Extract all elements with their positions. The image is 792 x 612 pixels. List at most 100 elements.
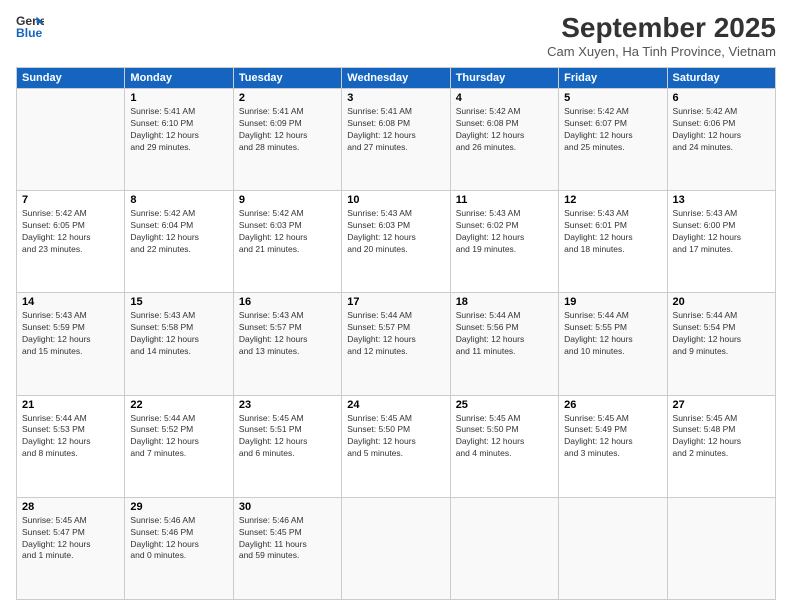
- table-row: [667, 497, 775, 599]
- day-number: 17: [347, 296, 444, 308]
- title-section: September 2025 Cam Xuyen, Ha Tinh Provin…: [547, 12, 776, 59]
- day-info: Sunrise: 5:42 AM Sunset: 6:08 PM Dayligh…: [456, 106, 553, 154]
- col-monday: Monday: [125, 68, 233, 89]
- day-number: 6: [673, 92, 770, 104]
- day-number: 28: [22, 501, 119, 513]
- day-info: Sunrise: 5:42 AM Sunset: 6:06 PM Dayligh…: [673, 106, 770, 154]
- table-row: 13Sunrise: 5:43 AM Sunset: 6:00 PM Dayli…: [667, 191, 775, 293]
- table-row: 25 Sunrise: 5:45 AM Sunset: 5:50 PM Dayli…: [450, 395, 558, 497]
- day-info: Sunrise: 5:43 AM Sunset: 5:58 PM Dayligh…: [130, 310, 227, 358]
- day-info: Sunrise: 5:43 AM Sunset: 5:59 PM Dayligh…: [22, 310, 119, 358]
- table-row: 19 Sunrise: 5:44 AM Sunset: 5:55 PM Dayli…: [559, 293, 667, 395]
- table-row: [342, 497, 450, 599]
- col-saturday: Saturday: [667, 68, 775, 89]
- table-row: 1 Sunrise: 5:41 AM Sunset: 6:10 PM Daylig…: [125, 89, 233, 191]
- day-number: 1: [130, 92, 227, 104]
- day-info: Sunrise: 5:44 AM Sunset: 5:55 PM Dayligh…: [564, 310, 661, 358]
- day-number: 4: [456, 92, 553, 104]
- table-row: 3 Sunrise: 5:41 AM Sunset: 6:08 PM Daylig…: [342, 89, 450, 191]
- col-thursday: Thursday: [450, 68, 558, 89]
- day-number: 29: [130, 501, 227, 513]
- calendar-week-row: 14Sunrise: 5:43 AM Sunset: 5:59 PM Dayli…: [17, 293, 776, 395]
- day-info: Sunrise: 5:44 AM Sunset: 5:53 PM Dayligh…: [22, 413, 119, 461]
- day-number: 2: [239, 92, 336, 104]
- day-number: 7: [22, 194, 119, 206]
- table-row: 20 Sunrise: 5:44 AM Sunset: 5:54 PM Dayli…: [667, 293, 775, 395]
- day-number: 24: [347, 399, 444, 411]
- day-number: 15: [130, 296, 227, 308]
- location-subtitle: Cam Xuyen, Ha Tinh Province, Vietnam: [547, 44, 776, 59]
- day-number: 5: [564, 92, 661, 104]
- day-number: 9: [239, 194, 336, 206]
- svg-text:Blue: Blue: [16, 26, 43, 40]
- day-info: Sunrise: 5:43 AM Sunset: 5:57 PM Dayligh…: [239, 310, 336, 358]
- day-info: Sunrise: 5:44 AM Sunset: 5:56 PM Dayligh…: [456, 310, 553, 358]
- table-row: 18 Sunrise: 5:44 AM Sunset: 5:56 PM Dayli…: [450, 293, 558, 395]
- table-row: 15 Sunrise: 5:43 AM Sunset: 5:58 PM Dayli…: [125, 293, 233, 395]
- day-number: 25: [456, 399, 553, 411]
- day-number: 10: [347, 194, 444, 206]
- day-number: 22: [130, 399, 227, 411]
- table-row: 14Sunrise: 5:43 AM Sunset: 5:59 PM Dayli…: [17, 293, 125, 395]
- day-info: Sunrise: 5:43 AM Sunset: 6:01 PM Dayligh…: [564, 208, 661, 256]
- calendar-header-row: Sunday Monday Tuesday Wednesday Thursday…: [17, 68, 776, 89]
- day-number: 30: [239, 501, 336, 513]
- day-info: Sunrise: 5:45 AM Sunset: 5:50 PM Dayligh…: [456, 413, 553, 461]
- header: General Blue September 2025 Cam Xuyen, H…: [16, 12, 776, 59]
- day-info: Sunrise: 5:41 AM Sunset: 6:10 PM Dayligh…: [130, 106, 227, 154]
- table-row: 8 Sunrise: 5:42 AM Sunset: 6:04 PM Daylig…: [125, 191, 233, 293]
- table-row: 30 Sunrise: 5:46 AM Sunset: 5:45 PM Dayli…: [233, 497, 341, 599]
- table-row: 24 Sunrise: 5:45 AM Sunset: 5:50 PM Dayli…: [342, 395, 450, 497]
- day-number: 16: [239, 296, 336, 308]
- day-info: Sunrise: 5:45 AM Sunset: 5:47 PM Dayligh…: [22, 515, 119, 563]
- day-number: 27: [673, 399, 770, 411]
- col-friday: Friday: [559, 68, 667, 89]
- calendar-week-row: 28 Sunrise: 5:45 AM Sunset: 5:47 PM Dayli…: [17, 497, 776, 599]
- day-number: 20: [673, 296, 770, 308]
- day-info: Sunrise: 5:43 AM Sunset: 6:03 PM Dayligh…: [347, 208, 444, 256]
- day-info: Sunrise: 5:41 AM Sunset: 6:08 PM Dayligh…: [347, 106, 444, 154]
- day-info: Sunrise: 5:45 AM Sunset: 5:49 PM Dayligh…: [564, 413, 661, 461]
- table-row: [559, 497, 667, 599]
- day-info: Sunrise: 5:44 AM Sunset: 5:57 PM Dayligh…: [347, 310, 444, 358]
- day-info: Sunrise: 5:45 AM Sunset: 5:51 PM Dayligh…: [239, 413, 336, 461]
- day-info: Sunrise: 5:44 AM Sunset: 5:52 PM Dayligh…: [130, 413, 227, 461]
- day-number: 18: [456, 296, 553, 308]
- day-number: 23: [239, 399, 336, 411]
- day-number: 3: [347, 92, 444, 104]
- calendar-body: 1 Sunrise: 5:41 AM Sunset: 6:10 PM Daylig…: [17, 89, 776, 600]
- col-wednesday: Wednesday: [342, 68, 450, 89]
- day-info: Sunrise: 5:44 AM Sunset: 5:54 PM Dayligh…: [673, 310, 770, 358]
- table-row: 28 Sunrise: 5:45 AM Sunset: 5:47 PM Dayli…: [17, 497, 125, 599]
- day-number: 19: [564, 296, 661, 308]
- calendar-week-row: 7Sunrise: 5:42 AM Sunset: 6:05 PM Daylig…: [17, 191, 776, 293]
- day-info: Sunrise: 5:42 AM Sunset: 6:04 PM Dayligh…: [130, 208, 227, 256]
- table-row: 16 Sunrise: 5:43 AM Sunset: 5:57 PM Dayli…: [233, 293, 341, 395]
- day-number: 13: [673, 194, 770, 206]
- day-info: Sunrise: 5:43 AM Sunset: 6:02 PM Dayligh…: [456, 208, 553, 256]
- logo-icon: General Blue: [16, 12, 44, 40]
- day-info: Sunrise: 5:42 AM Sunset: 6:03 PM Dayligh…: [239, 208, 336, 256]
- table-row: 7Sunrise: 5:42 AM Sunset: 6:05 PM Daylig…: [17, 191, 125, 293]
- table-row: 27Sunrise: 5:45 AM Sunset: 5:48 PM Dayli…: [667, 395, 775, 497]
- day-number: 26: [564, 399, 661, 411]
- day-number: 8: [130, 194, 227, 206]
- table-row: 11 Sunrise: 5:43 AM Sunset: 6:02 PM Dayli…: [450, 191, 558, 293]
- calendar-table: Sunday Monday Tuesday Wednesday Thursday…: [16, 67, 776, 600]
- table-row: [17, 89, 125, 191]
- table-row: 17 Sunrise: 5:44 AM Sunset: 5:57 PM Dayli…: [342, 293, 450, 395]
- table-row: 9 Sunrise: 5:42 AM Sunset: 6:03 PM Daylig…: [233, 191, 341, 293]
- day-info: Sunrise: 5:45 AM Sunset: 5:50 PM Dayligh…: [347, 413, 444, 461]
- page: General Blue September 2025 Cam Xuyen, H…: [0, 0, 792, 612]
- table-row: 5 Sunrise: 5:42 AM Sunset: 6:07 PM Daylig…: [559, 89, 667, 191]
- table-row: 4 Sunrise: 5:42 AM Sunset: 6:08 PM Daylig…: [450, 89, 558, 191]
- day-number: 21: [22, 399, 119, 411]
- table-row: 22 Sunrise: 5:44 AM Sunset: 5:52 PM Dayli…: [125, 395, 233, 497]
- day-number: 11: [456, 194, 553, 206]
- logo: General Blue: [16, 12, 44, 40]
- month-title: September 2025: [547, 12, 776, 44]
- day-info: Sunrise: 5:42 AM Sunset: 6:07 PM Dayligh…: [564, 106, 661, 154]
- day-info: Sunrise: 5:41 AM Sunset: 6:09 PM Dayligh…: [239, 106, 336, 154]
- day-info: Sunrise: 5:46 AM Sunset: 5:45 PM Dayligh…: [239, 515, 336, 563]
- day-info: Sunrise: 5:46 AM Sunset: 5:46 PM Dayligh…: [130, 515, 227, 563]
